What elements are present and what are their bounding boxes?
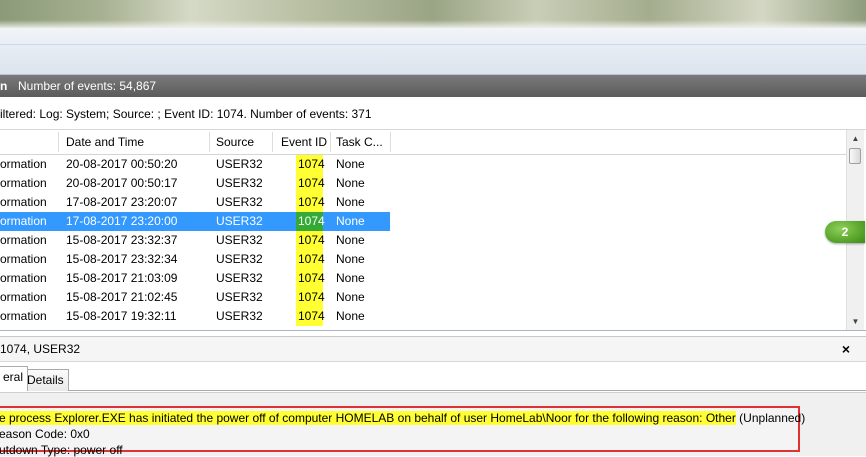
detail-tabs: eral Details	[0, 362, 866, 392]
message-highlighted-text: e process Explorer.EXE has initiated the…	[0, 411, 736, 425]
column-separator[interactable]	[58, 132, 59, 152]
date-cell: 17-08-2017 23:20:07	[66, 195, 178, 209]
table-row-selected[interactable]: ormation 17-08-2017 23:20:00 USER32 1074…	[0, 212, 390, 231]
column-header-event-id[interactable]: Event ID	[281, 130, 327, 154]
message-line-2: eason Code: 0x0	[0, 427, 90, 441]
source-cell: USER32	[216, 290, 263, 304]
date-cell: 20-08-2017 00:50:17	[66, 176, 178, 190]
table-header: Date and Time Source Event ID Task C...	[0, 130, 846, 155]
task-cell: None	[336, 176, 365, 190]
date-cell: 20-08-2017 00:50:20	[66, 157, 178, 171]
table-row[interactable]: ormation 15-08-2017 21:03:09 USER32 1074…	[0, 269, 390, 288]
date-cell: 15-08-2017 21:02:45	[66, 290, 178, 304]
table-row[interactable]: ormation 15-08-2017 23:32:37 USER32 1074…	[0, 231, 390, 250]
header-title-fragment: n	[0, 79, 8, 93]
event-detail-title: 1074, USER32	[0, 342, 81, 356]
panel-divider	[0, 330, 866, 331]
date-cell: 15-08-2017 19:32:11	[66, 309, 177, 323]
events-table[interactable]: Date and Time Source Event ID Task C... …	[0, 130, 846, 330]
event-id-cell: 1074	[296, 288, 325, 307]
event-id-cell: 1074	[296, 231, 325, 250]
source-cell: USER32	[216, 157, 263, 171]
source-cell: USER32	[216, 252, 263, 266]
event-message-panel: e process Explorer.EXE has initiated the…	[0, 392, 866, 457]
level-cell: ormation	[0, 271, 47, 285]
table-row[interactable]: ormation 15-08-2017 23:32:34 USER32 1074…	[0, 250, 390, 269]
level-cell: ormation	[0, 233, 47, 247]
task-cell: None	[336, 233, 365, 247]
event-id-cell: 1074	[296, 212, 325, 231]
source-cell: USER32	[216, 271, 263, 285]
table-row[interactable]: ormation 20-08-2017 00:50:20 USER32 1074…	[0, 155, 390, 174]
task-cell: None	[336, 309, 365, 323]
source-cell: USER32	[216, 176, 263, 190]
table-row[interactable]: ormation 15-08-2017 19:32:11 USER32 1074…	[0, 307, 390, 326]
level-cell: ormation	[0, 176, 47, 190]
filter-summary-text: iltered: Log: System; Source: ; Event ID…	[0, 107, 372, 121]
date-cell: 15-08-2017 23:32:37	[66, 233, 178, 247]
background-photo-strip	[0, 0, 866, 28]
tab-baseline	[0, 390, 866, 391]
date-cell: 15-08-2017 23:32:34	[66, 252, 178, 266]
task-cell: None	[336, 157, 365, 171]
message-reason-suffix: (Unplanned)	[735, 411, 806, 425]
column-header-date[interactable]: Date and Time	[66, 130, 144, 154]
column-separator[interactable]	[330, 132, 331, 152]
message-line-1: e process Explorer.EXE has initiated the…	[0, 411, 805, 425]
column-separator[interactable]	[272, 132, 273, 152]
task-cell: None	[336, 271, 365, 285]
table-row[interactable]: ormation 20-08-2017 00:50:17 USER32 1074…	[0, 174, 390, 193]
filter-summary: iltered: Log: System; Source: ; Event ID…	[0, 99, 866, 130]
column-separator[interactable]	[390, 132, 391, 152]
level-cell: ormation	[0, 309, 47, 323]
task-cell: None	[336, 214, 365, 228]
level-cell: ormation	[0, 195, 47, 209]
event-id-cell: 1074	[296, 250, 325, 269]
level-cell: ormation	[0, 157, 47, 171]
source-cell: USER32	[216, 214, 263, 228]
scroll-down-arrow-icon[interactable]: ▼	[847, 314, 864, 330]
date-cell: 15-08-2017 21:03:09	[66, 271, 178, 285]
column-header-task-category[interactable]: Task C...	[336, 130, 383, 154]
source-cell: USER32	[216, 195, 263, 209]
scrollbar-thumb[interactable]	[849, 148, 861, 164]
table-row[interactable]: ormation 17-08-2017 23:20:07 USER32 1074…	[0, 193, 390, 212]
source-cell: USER32	[216, 309, 263, 323]
event-log-header: n Number of events: 54,867	[0, 75, 866, 97]
tab-general[interactable]: eral	[0, 366, 29, 391]
step-callout-badge: 2	[825, 221, 865, 243]
column-separator[interactable]	[209, 132, 210, 152]
level-cell: ormation	[0, 290, 47, 304]
event-id-cell: 1074	[296, 193, 325, 212]
task-cell: None	[336, 252, 365, 266]
toolbar-band	[0, 28, 866, 75]
annotation-highlight-box: e process Explorer.EXE has initiated the…	[0, 406, 805, 457]
toolbar-divider	[0, 44, 866, 45]
event-id-cell: 1074	[296, 307, 325, 326]
date-cell: 17-08-2017 23:20:00	[66, 214, 178, 228]
event-detail-titlebar: 1074, USER32 ×	[0, 336, 866, 362]
level-cell: ormation	[0, 214, 47, 228]
event-id-cell: 1074	[296, 174, 325, 193]
source-cell: USER32	[216, 233, 263, 247]
close-icon[interactable]: ×	[838, 337, 854, 361]
events-count: Number of events: 54,867	[18, 79, 157, 93]
tab-details[interactable]: Details	[22, 369, 69, 391]
task-cell: None	[336, 290, 365, 304]
level-cell: ormation	[0, 252, 47, 266]
table-row[interactable]: ormation 15-08-2017 21:02:45 USER32 1074…	[0, 288, 390, 307]
event-id-cell: 1074	[296, 155, 325, 174]
scroll-up-arrow-icon[interactable]: ▲	[847, 131, 864, 147]
event-id-cell: 1074	[296, 269, 325, 288]
column-header-source[interactable]: Source	[216, 130, 254, 154]
task-cell: None	[336, 195, 365, 209]
